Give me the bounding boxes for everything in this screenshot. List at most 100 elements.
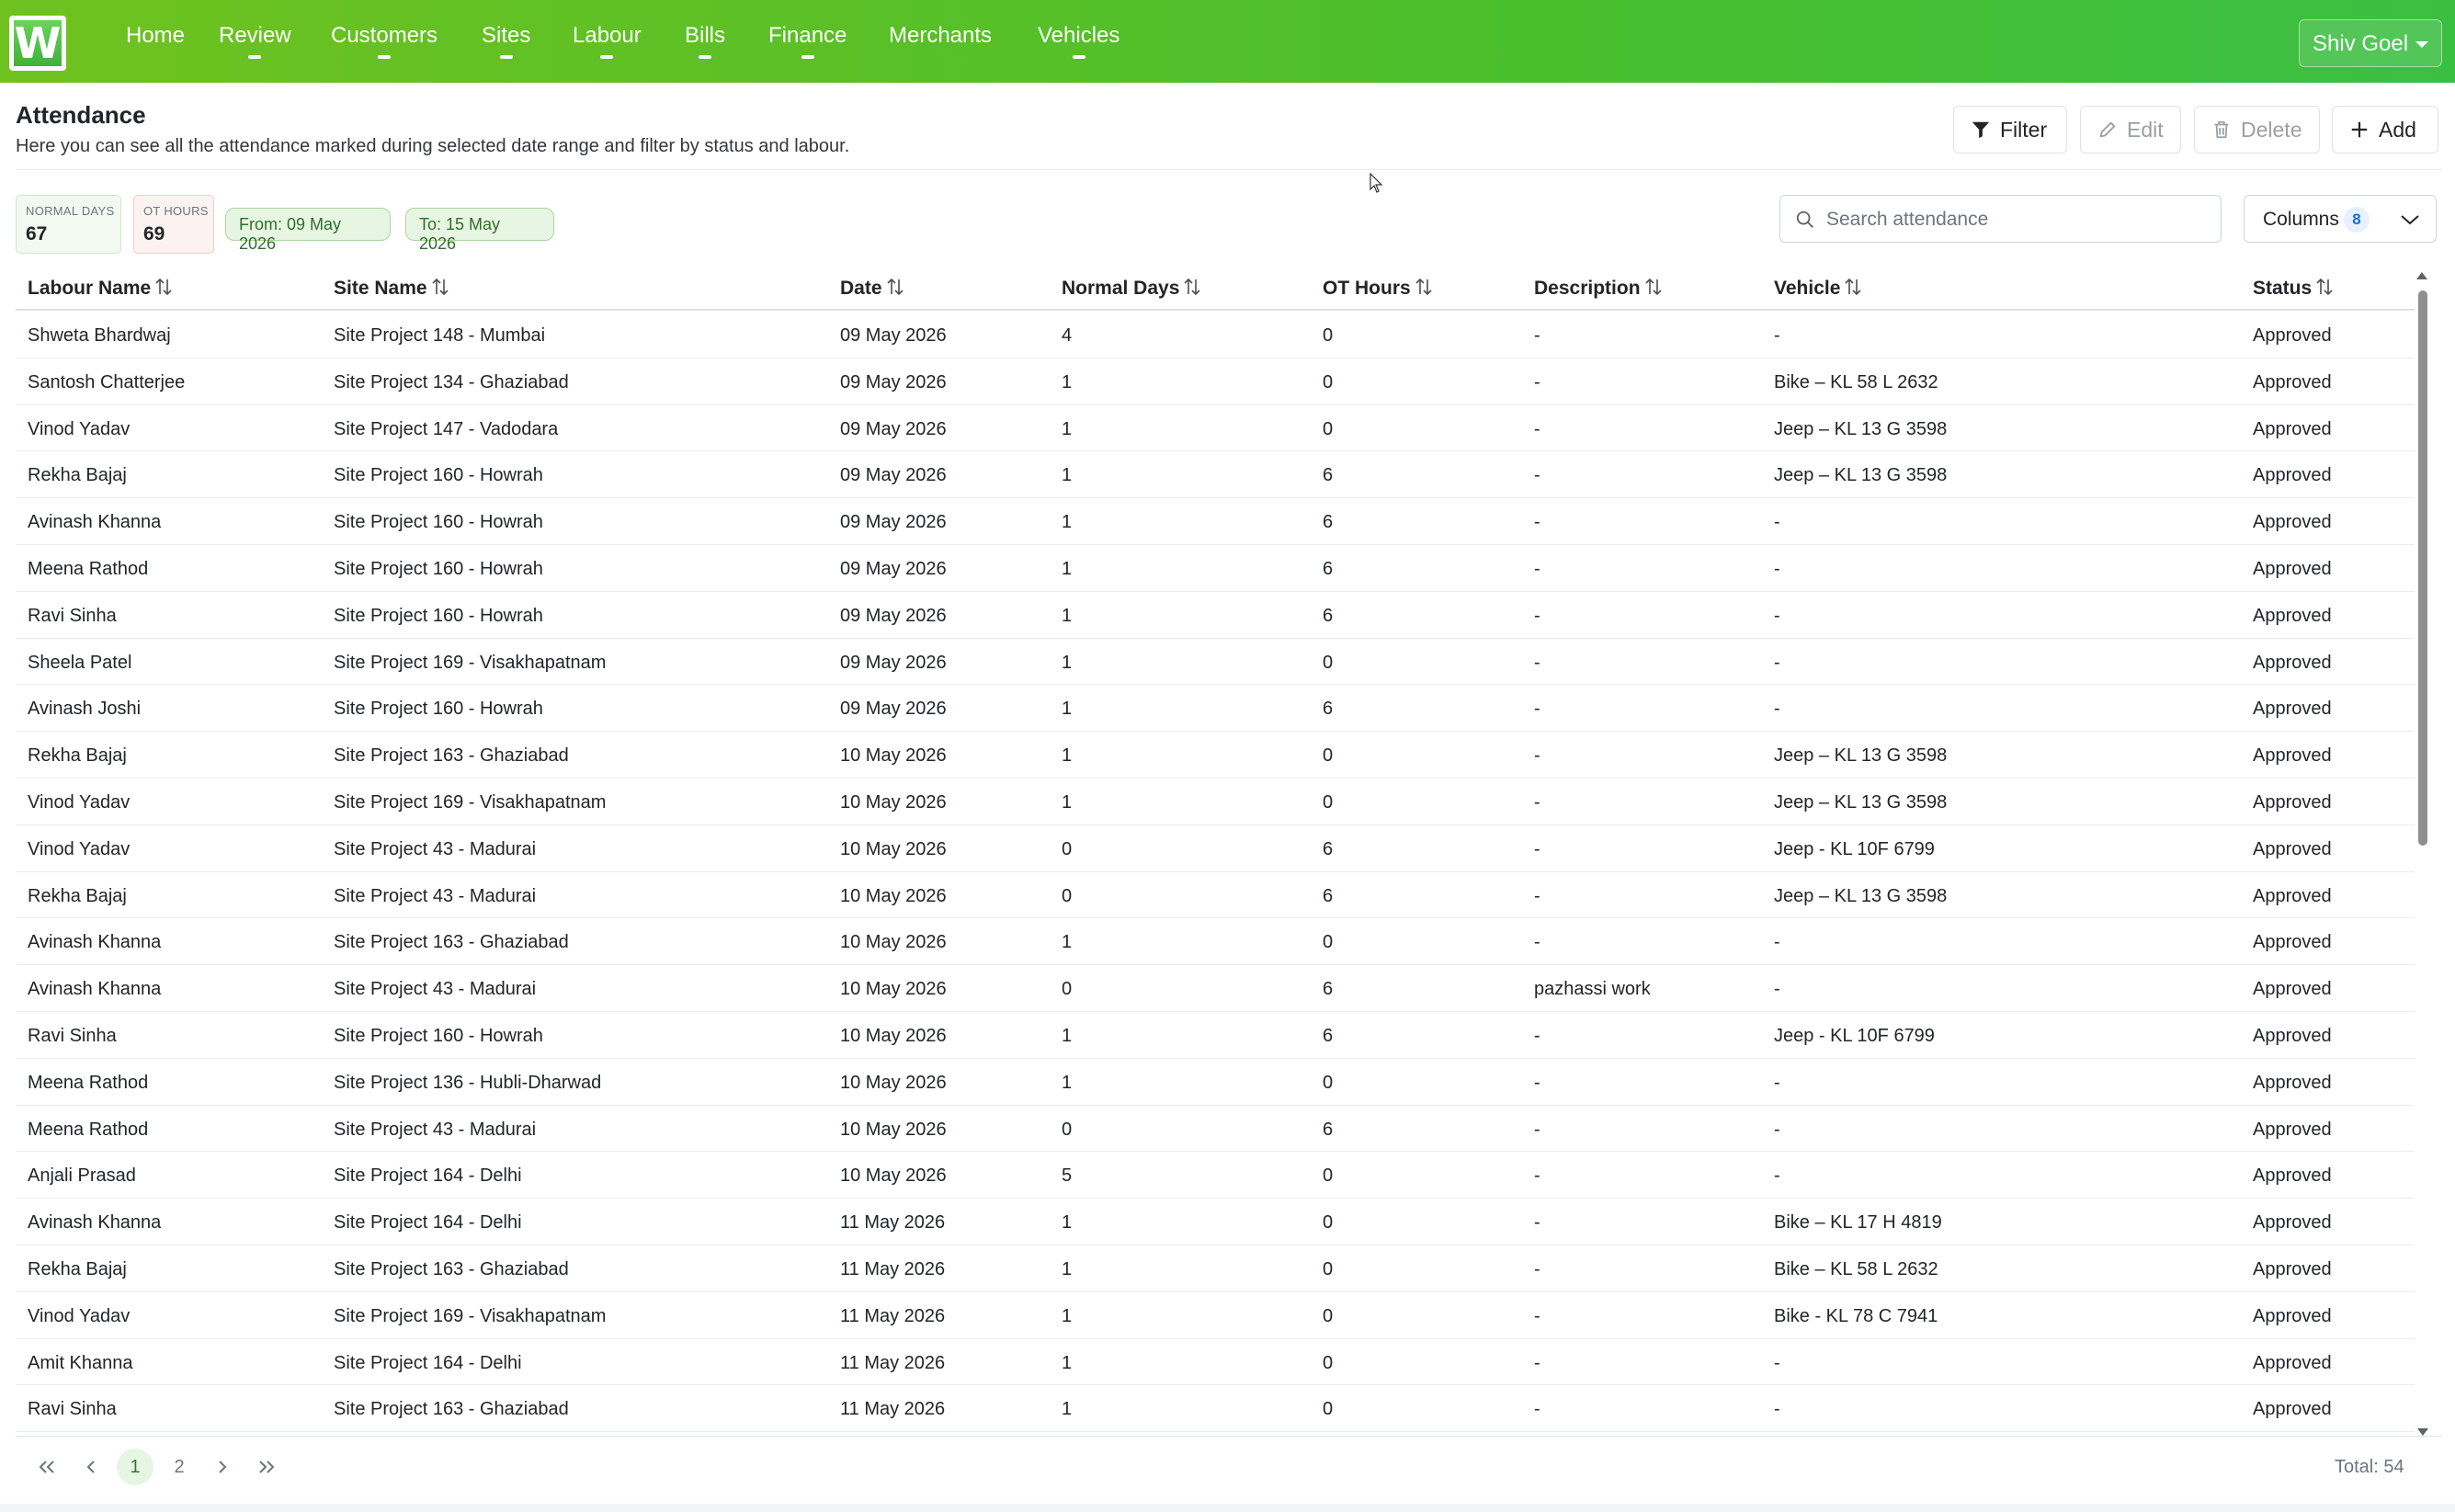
table-row[interactable]: Ravi Sinha Site Project 160 - Howrah 10 Ma…: [16, 1012, 2415, 1059]
delete-button[interactable]: Delete: [2194, 106, 2320, 153]
sort-icon[interactable]: [431, 278, 449, 296]
table-row[interactable]: Avinash Joshi Site Project 160 - Howrah 09…: [16, 685, 2415, 733]
cell-normal-days: 1: [1062, 605, 1073, 626]
table-row[interactable]: Vinod Yadav Site Project 147 - Vadodara 09…: [16, 405, 2415, 452]
table-row[interactable]: Avinash Khanna Site Project 164 - Delhi 11…: [16, 1199, 2415, 1245]
cell-ot-hours: 6: [1323, 1119, 1334, 1140]
nav-item-home[interactable]: Home: [126, 23, 185, 62]
table-row[interactable]: Rekha Bajaj Site Project 163 - Ghaziabad 1…: [16, 732, 2415, 779]
nav-item-customers[interactable]: Customers: [331, 23, 438, 62]
table-row[interactable]: Ravi Sinha Site Project 163 - Ghaziabad 11…: [16, 1385, 2415, 1432]
sort-icon[interactable]: [1644, 278, 1663, 296]
cell-vehicle: -: [1774, 605, 1780, 626]
table-row[interactable]: Avinash Khanna Site Project 163 - Ghaziab…: [16, 918, 2415, 966]
cell-normal-days: 1: [1062, 1305, 1073, 1326]
sort-icon[interactable]: [1183, 278, 1201, 296]
filter-button[interactable]: Filter: [1953, 106, 2067, 153]
table-row[interactable]: Meena Rathod Site Project 160 - Howrah 09 …: [16, 545, 2415, 592]
search-input[interactable]: [1826, 207, 2203, 233]
cell-ot-hours: 0: [1323, 1258, 1334, 1279]
from-date-chip[interactable]: From: 09 May 2026: [225, 208, 391, 253]
nav-item-bills[interactable]: Bills: [685, 23, 725, 62]
table-row[interactable]: Meena Rathod Site Project 43 - Madurai 10 …: [16, 1106, 2415, 1153]
to-date-chip[interactable]: To: 15 May 2026: [405, 208, 554, 253]
cell-normal-days: 1: [1062, 745, 1073, 767]
column-header-date[interactable]: Date: [840, 278, 904, 300]
table-row[interactable]: Vinod Yadav Site Project 169 - Visakhapat…: [16, 1292, 2415, 1339]
edit-button-label: Edit: [2127, 117, 2164, 142]
last-page-button[interactable]: [248, 1449, 285, 1485]
sort-icon[interactable]: [886, 278, 904, 296]
scroll-up-arrow-icon[interactable]: [2416, 272, 2427, 279]
cell-vehicle: Jeep – KL 13 G 3598: [1774, 745, 1948, 767]
cell-status: Approved: [2253, 325, 2332, 346]
cell-labour-name: Avinash Khanna: [28, 979, 162, 1000]
mouse-cursor-icon: [1370, 173, 1382, 193]
cell-vehicle: Jeep - KL 10F 6799: [1774, 1025, 1935, 1046]
app-logo[interactable]: W: [9, 16, 66, 71]
add-button[interactable]: Add: [2332, 106, 2438, 153]
column-header-labour-name[interactable]: Labour Name: [28, 278, 173, 300]
sort-icon[interactable]: [1844, 278, 1862, 296]
table-row[interactable]: Shweta Bhardwaj Site Project 148 - Mumbai…: [16, 312, 2415, 358]
cell-vehicle: Jeep – KL 13 G 3598: [1774, 418, 1948, 439]
cell-status: Approved: [2253, 1212, 2332, 1233]
table-row[interactable]: Amit Khanna Site Project 164 - Delhi 11 Ma…: [16, 1339, 2415, 1386]
nav-item-label: Merchants: [889, 23, 993, 48]
sort-icon[interactable]: [1415, 278, 1433, 296]
scroll-down-arrow-icon[interactable]: [2417, 1428, 2428, 1436]
column-header-ot-hours[interactable]: OT Hours: [1323, 278, 1433, 300]
next-page-button[interactable]: [204, 1449, 241, 1485]
scrollbar-thumb[interactable]: [2418, 290, 2427, 846]
table-scrollbar[interactable]: [2415, 272, 2428, 1436]
table-row[interactable]: Avinash Khanna Site Project 160 - Howrah 0…: [16, 498, 2415, 545]
nav-item-finance[interactable]: Finance: [768, 23, 847, 62]
cell-status: Approved: [2253, 838, 2332, 859]
table-row[interactable]: Sheela Patel Site Project 169 - Visakhapa…: [16, 639, 2415, 686]
first-page-button[interactable]: [28, 1449, 65, 1485]
table-row[interactable]: Ravi Sinha Site Project 160 - Howrah 09 Ma…: [16, 592, 2415, 639]
column-header-vehicle[interactable]: Vehicle: [1774, 278, 1862, 300]
search-box[interactable]: [1779, 195, 2222, 243]
table-row[interactable]: Anjali Prasad Site Project 164 - Delhi 10 …: [16, 1152, 2415, 1199]
table-row[interactable]: Rekha Bajaj Site Project 163 - Ghaziabad 1…: [16, 1245, 2415, 1292]
cell-normal-days: 1: [1062, 465, 1073, 486]
cell-date: 09 May 2026: [840, 652, 947, 673]
submenu-indicator-icon: [1072, 55, 1085, 59]
user-menu-button[interactable]: Shiv Goel: [2299, 19, 2442, 67]
cell-site-name: Site Project 163 - Ghaziabad: [334, 1258, 569, 1279]
table-row[interactable]: Vinod Yadav Site Project 43 - Madurai 10 M…: [16, 825, 2415, 872]
nav-item-sites[interactable]: Sites: [482, 23, 530, 62]
column-header-status[interactable]: Status: [2253, 278, 2334, 300]
column-header-site-name[interactable]: Site Name: [334, 278, 449, 300]
footer-divider: [16, 1436, 2442, 1437]
nav-item-label: Customers: [331, 23, 438, 48]
cell-description: -: [1534, 1212, 1540, 1233]
nav-item-labour[interactable]: Labour: [573, 23, 642, 62]
sort-icon[interactable]: [2315, 278, 2334, 296]
table-row[interactable]: Avinash Khanna Site Project 43 - Madurai 1…: [16, 965, 2415, 1012]
table-row[interactable]: Rekha Bajaj Site Project 43 - Madurai 10 M…: [16, 872, 2415, 919]
table-row[interactable]: Santosh Chatterjee Site Project 134 - Gha…: [16, 358, 2415, 405]
column-header-description[interactable]: Description: [1534, 278, 1663, 300]
table-row[interactable]: Meena Rathod Site Project 136 - Hubli-Dha…: [16, 1059, 2415, 1106]
nav-item-review[interactable]: Review: [219, 23, 291, 62]
prev-page-button[interactable]: [73, 1449, 109, 1485]
columns-dropdown[interactable]: Columns 8: [2244, 195, 2437, 243]
sort-icon[interactable]: [154, 278, 173, 296]
table-row[interactable]: Rekha Bajaj Site Project 160 - Howrah 09 M…: [16, 451, 2415, 499]
submenu-indicator-icon: [248, 55, 262, 59]
nav-item-merchants[interactable]: Merchants: [889, 23, 992, 62]
cell-description: -: [1534, 605, 1540, 626]
table-row[interactable]: Vinod Yadav Site Project 169 - Visakhapat…: [16, 779, 2415, 825]
cell-status: Approved: [2253, 1352, 2332, 1373]
column-header-normal-days[interactable]: Normal Days: [1062, 278, 1201, 300]
cell-description: -: [1534, 371, 1540, 392]
cell-normal-days: 0: [1062, 979, 1073, 1000]
page-button-1[interactable]: 1: [117, 1449, 153, 1485]
cell-status: Approved: [2253, 1165, 2332, 1187]
edit-button[interactable]: Edit: [2080, 106, 2181, 153]
cell-status: Approved: [2253, 1025, 2332, 1046]
page-button-2[interactable]: 2: [161, 1449, 198, 1485]
nav-item-vehicles[interactable]: Vehicles: [1038, 23, 1120, 62]
